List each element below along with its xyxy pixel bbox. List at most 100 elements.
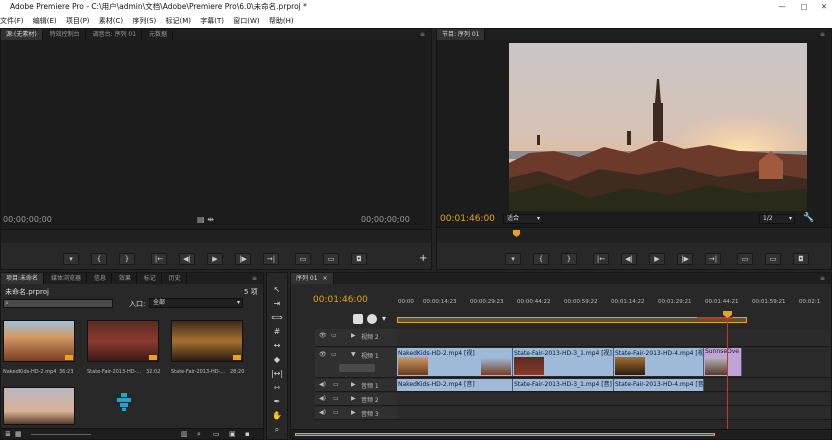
wrench-icon[interactable]: 🔧	[803, 213, 814, 223]
collapse-icon[interactable]: ▼	[351, 351, 356, 358]
find-icon[interactable]: ⌕	[197, 429, 201, 440]
mark-out-icon[interactable]: }	[119, 253, 135, 265]
expand-icon[interactable]: ▶	[351, 409, 356, 416]
video-clip[interactable]: State-Fair-2013-HD-4.mp4 [视]	[614, 348, 704, 376]
project-item-thumbnail[interactable]	[3, 387, 75, 425]
video-clip[interactable]: State-Fair-2013-HD-3_1.mp4 [视]	[513, 348, 614, 376]
razor-icon[interactable]: ◆	[269, 353, 285, 366]
list-view-icon[interactable]: ≣	[5, 429, 11, 440]
work-area-bar[interactable]	[397, 317, 747, 323]
lock-icon[interactable]: ▭	[331, 332, 337, 339]
timeline-timecode[interactable]: 00:01:46:00	[313, 295, 368, 305]
source-timebar[interactable]	[1, 229, 431, 243]
fit-dropdown[interactable]: 适合 ▾	[503, 214, 543, 224]
lock-icon[interactable]: ▭	[333, 381, 339, 388]
minimize-button[interactable]: —	[774, 0, 790, 14]
maximize-button[interactable]: □	[796, 0, 812, 14]
lock-icon[interactable]: ▭	[331, 351, 337, 358]
tab-info[interactable]: 信息	[89, 273, 112, 284]
mark-out-icon[interactable]: }	[561, 253, 577, 265]
icon-view-icon[interactable]: ▦	[15, 429, 22, 440]
tab-metadata[interactable]: 元数据	[144, 29, 173, 40]
new-bin-icon[interactable]: ▭	[213, 429, 220, 440]
slip-icon[interactable]: |↔|	[269, 367, 285, 380]
track-audio-3[interactable]	[397, 407, 831, 420]
panel-menu-icon[interactable]: ≡	[820, 273, 825, 284]
panel-menu-icon[interactable]: ≡	[820, 29, 825, 40]
close-icon[interactable]: ×	[322, 275, 327, 282]
menu-clip[interactable]: 素材(C)	[99, 14, 123, 28]
expand-icon[interactable]: ▶	[351, 381, 356, 388]
lock-icon[interactable]: ▭	[333, 395, 339, 402]
tab-audio-mixer[interactable]: 调音台: 序列 01	[88, 29, 143, 40]
trash-icon[interactable]: ▪	[245, 429, 250, 440]
marker-icon[interactable]: ▾	[505, 253, 521, 265]
tab-markers[interactable]: 标记	[139, 273, 162, 284]
add-marker-icon[interactable]: ▾	[382, 314, 386, 323]
project-item-thumbnail[interactable]	[171, 320, 243, 362]
menu-marker[interactable]: 标记(M)	[166, 14, 192, 28]
lock-icon[interactable]: ▭	[333, 409, 339, 416]
tab-media-browser[interactable]: 媒体浏览器	[46, 273, 87, 284]
eye-icon[interactable]: 👁	[319, 351, 327, 358]
sequence-marker-icon[interactable]	[367, 314, 377, 324]
export-frame-icon[interactable]: ◘	[351, 253, 367, 265]
track-video-2[interactable]	[397, 329, 831, 347]
go-to-out-icon[interactable]: →|	[705, 253, 721, 265]
overwrite-icon[interactable]: ▭	[323, 253, 339, 265]
audio-clip[interactable]: State-Fair-2013-HD-3_1.mp4 [音]	[513, 379, 614, 391]
menu-sequence[interactable]: 序列(S)	[132, 14, 156, 28]
insert-icon[interactable]: ▭	[295, 253, 311, 265]
hand-icon[interactable]: ✋	[269, 409, 285, 422]
speaker-icon[interactable]: ◀)	[319, 395, 326, 402]
speaker-icon[interactable]: ◀)	[319, 381, 326, 388]
slide-icon[interactable]: ⇿	[269, 381, 285, 394]
audio-clip[interactable]: NakedKids-HD-2.mp4 [音]	[397, 379, 513, 391]
in-dropdown[interactable]: 全部 ▾	[149, 298, 243, 308]
track-video-1[interactable]: NakedKids-HD-2.mp4 [视] State-Fair-2013-H…	[397, 348, 831, 378]
step-forward-icon[interactable]: |▶	[677, 253, 693, 265]
automate-icon[interactable]: ▥	[181, 429, 188, 440]
track-header-audio-1[interactable]: ◀) ▭ ▶ 音频 1	[315, 379, 397, 392]
tab-project[interactable]: 项目:未命名	[1, 273, 45, 284]
keyframe-control[interactable]	[339, 364, 375, 372]
rolling-edit-icon[interactable]: #	[269, 325, 285, 338]
drag-video-icon[interactable]: ▤ ⇹	[197, 215, 214, 224]
track-header-video-2[interactable]: 👁 ▭ ▶ 视频 2	[315, 329, 397, 347]
step-back-icon[interactable]: ◀|	[179, 253, 195, 265]
step-back-icon[interactable]: ◀|	[621, 253, 637, 265]
video-clip[interactable]: NakedKids-HD-2.mp4 [视]	[397, 348, 513, 376]
track-audio-1[interactable]: NakedKids-HD-2.mp4 [音] State-Fair-2013-H…	[397, 379, 831, 392]
expand-icon[interactable]: ▶	[351, 395, 356, 402]
sequence-icon[interactable]	[117, 393, 131, 411]
panel-menu-icon[interactable]: ≡	[420, 29, 425, 40]
mark-in-icon[interactable]: {	[533, 253, 549, 265]
step-forward-icon[interactable]: |▶	[235, 253, 251, 265]
program-timebar[interactable]	[437, 227, 831, 243]
speaker-icon[interactable]: ◀)	[319, 409, 326, 416]
audio-clip[interactable]: State-Fair-2013-HD-4.mp4 [音]	[614, 379, 704, 391]
tab-effect-controls[interactable]: 特效控制台	[45, 29, 86, 40]
playhead-line[interactable]	[727, 317, 728, 437]
ripple-edit-icon[interactable]: ⟺	[269, 311, 285, 324]
close-button[interactable]: ✕	[816, 0, 832, 14]
zoom-slider[interactable]	[31, 434, 91, 435]
project-item-thumbnail[interactable]	[3, 320, 75, 362]
go-to-in-icon[interactable]: |←	[593, 253, 609, 265]
rate-stretch-icon[interactable]: ↔	[269, 339, 285, 352]
export-frame-icon[interactable]: ◘	[793, 253, 809, 265]
tab-effects[interactable]: 效果	[114, 273, 137, 284]
menu-help[interactable]: 帮助(H)	[269, 14, 294, 28]
add-button-icon[interactable]: +	[419, 253, 427, 264]
timeline-scrollbar[interactable]	[291, 429, 831, 439]
tab-sequence[interactable]: 序列 01 ×	[291, 273, 334, 284]
snap-icon[interactable]	[353, 314, 363, 324]
project-item-thumbnail[interactable]	[87, 320, 159, 362]
menu-edit[interactable]: 编辑(E)	[33, 14, 57, 28]
time-ruler[interactable]: 00:00 00:00:14:23 00:00:29:23 00:00:44:2…	[397, 295, 831, 325]
program-timecode[interactable]: 00:01:46:00	[440, 214, 495, 224]
track-select-icon[interactable]: ⇥	[269, 297, 285, 310]
go-to-in-icon[interactable]: |←	[151, 253, 167, 265]
menu-window[interactable]: 窗口(W)	[233, 14, 259, 28]
mark-in-icon[interactable]: {	[91, 253, 107, 265]
